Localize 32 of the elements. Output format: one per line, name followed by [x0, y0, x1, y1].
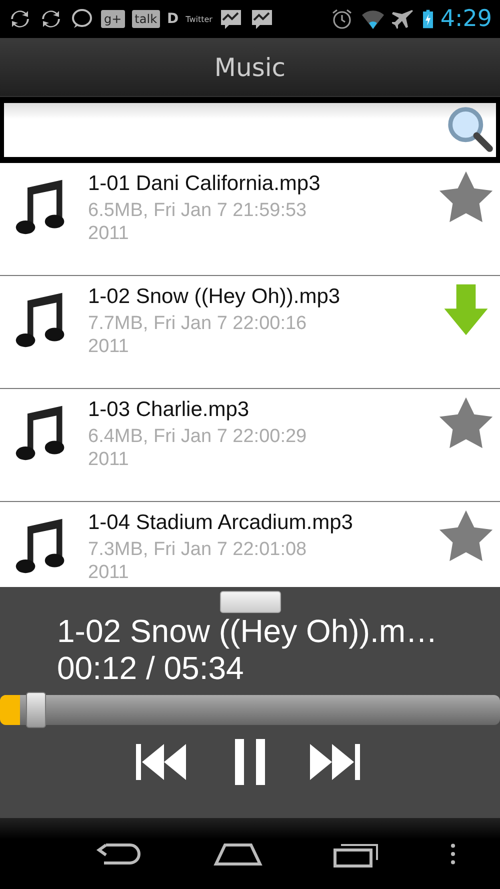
battery-charging-icon — [423, 8, 434, 30]
clock: 4:29 — [440, 6, 492, 32]
notification-badge: g+ — [101, 10, 125, 28]
track-row[interactable]: 1-01 Dani California.mp3 6.5MB, Fri Jan 7 21:59:53 2011 — [0, 163, 500, 276]
track-title: 1-01 Dani California.mp3 — [88, 172, 322, 196]
track-info: 7.7MB, Fri Jan 7 22:00:16 2011 — [88, 312, 308, 358]
chart-bubble-icon — [250, 7, 274, 31]
track-info: 6.4MB, Fri Jan 7 22:00:29 2011 — [88, 425, 308, 471]
search-icon[interactable] — [446, 105, 494, 153]
search-field[interactable] — [4, 103, 496, 157]
track-row[interactable]: 1-04 Stadium Arcadium.mp3 7.3MB, Fri Jan 7 22:01:08 2011 — [0, 502, 500, 587]
track-title: 1-02 Snow ((Hey Oh)).mp3 — [88, 285, 342, 309]
seek-bar[interactable] — [0, 695, 500, 725]
track-info: 6.5MB, Fri Jan 7 21:59:53 2011 — [88, 199, 308, 245]
chart-bubble-icon — [219, 7, 244, 31]
now-playing-title: 1-02 Snow ((Hey Oh)).m… — [57, 613, 439, 650]
pause-icon[interactable] — [235, 739, 265, 785]
seek-thumb[interactable] — [26, 692, 46, 728]
track-info: 7.3MB, Fri Jan 7 22:01:08 2011 — [88, 538, 308, 584]
notification-label: D — [167, 11, 179, 27]
overflow-menu-icon[interactable] — [450, 842, 456, 864]
notification-label: Twitter — [186, 14, 212, 24]
track-row[interactable]: 1-03 Charlie.mp3 6.4MB, Fri Jan 7 22:00:29 2011 — [0, 389, 500, 502]
track-title: 1-03 Charlie.mp3 — [88, 398, 250, 422]
screen-title: Music — [214, 52, 286, 82]
playback-time: 00:12 / 05:34 — [57, 650, 244, 687]
drag-handle[interactable] — [220, 591, 280, 613]
alarm-clock-icon — [330, 7, 354, 31]
chat-bubble-icon — [70, 7, 94, 31]
track-title: 1-04 Stadium Arcadium.mp3 — [88, 511, 354, 535]
track-row[interactable]: 1-02 Snow ((Hey Oh)).mp3 7.7MB, Fri Jan 7 22:00:16 2011 — [0, 276, 500, 389]
notification-badge: talk — [132, 10, 160, 28]
